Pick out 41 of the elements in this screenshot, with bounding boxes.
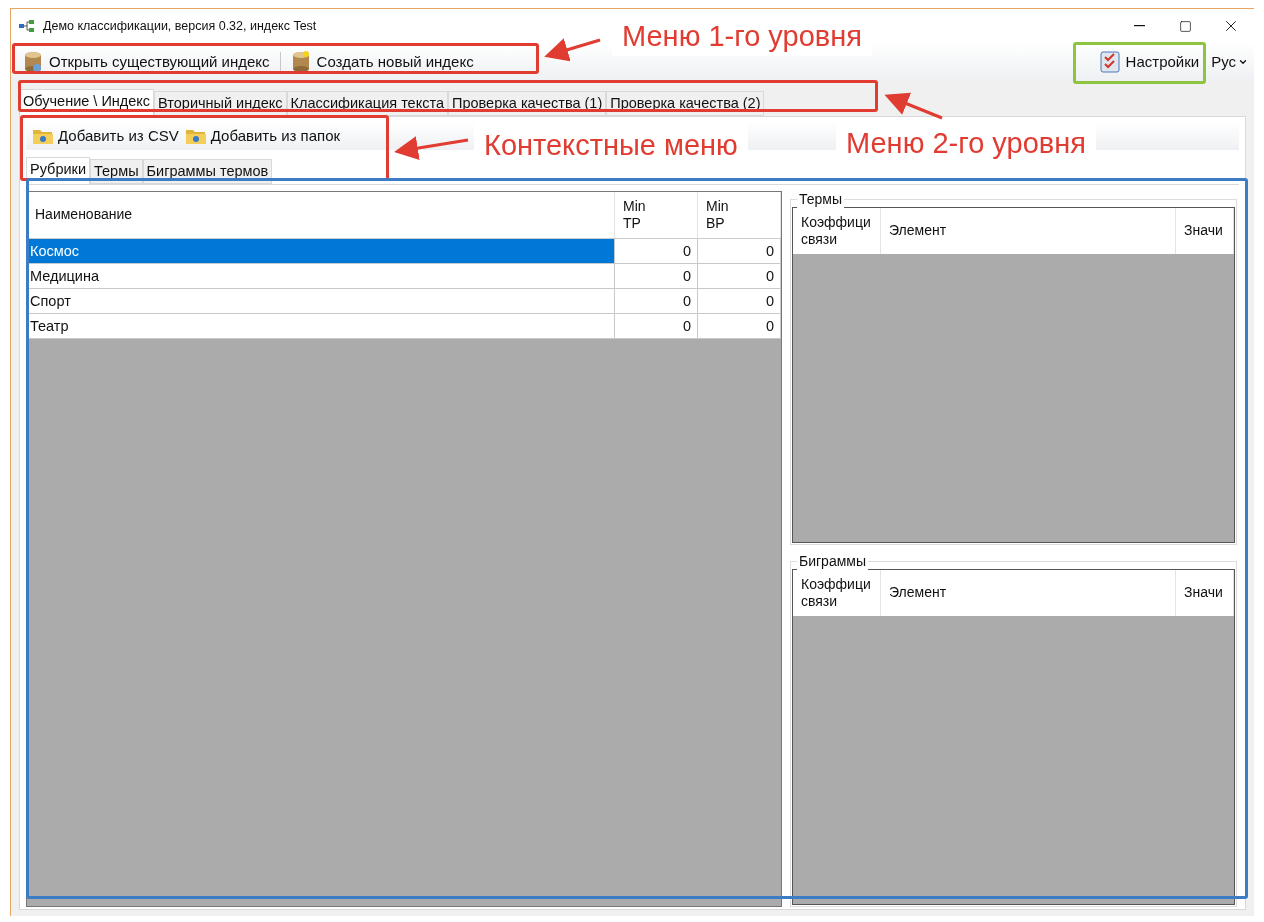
column-header[interactable]: Значи [1176,207,1234,254]
column-header[interactable]: Значи [1176,569,1234,616]
table-row[interactable]: Театр 0 0 [27,313,781,339]
column-header[interactable]: Min BP [698,191,781,238]
table-row[interactable]: Космос 0 0 [27,238,781,264]
annotation-arrow [544,38,601,62]
table-cell: 0 [615,238,698,263]
table-cell: 0 [698,263,781,288]
column-header[interactable]: Наименование [27,191,615,238]
table-cell: Медицина [27,263,615,288]
table-cell: 0 [698,288,781,313]
language-dropdown[interactable]: Рус [1211,50,1248,74]
database-icon [290,51,311,73]
window-title: Демо классификации, версия 0.32, индекс Test [43,17,317,35]
minimize-icon [1133,25,1145,27]
column-header[interactable]: Элемент [881,569,1176,616]
database-icon [23,51,43,73]
settings-button[interactable]: Настройки [1093,47,1206,77]
toolbar-button[interactable]: Открыть существующий индекс [17,47,276,77]
caret-icon [1238,57,1248,67]
table-cell: 0 [615,263,698,288]
column-header[interactable]: Коэффици связи [793,207,881,254]
column-header[interactable]: Min TP [615,191,698,238]
table-cell: 0 [615,313,698,338]
table-cell: Спорт [27,288,615,313]
table-row[interactable]: Медицина 0 0 [27,263,781,289]
table-cell: 0 [698,313,781,338]
table-cell: Театр [27,313,615,338]
toolbar-button[interactable]: Добавить из CSV [32,122,179,149]
column-header[interactable]: Коэффици связи [793,569,881,616]
app-icon [19,20,35,32]
maximize-icon [1178,19,1192,33]
checklist-icon [1099,51,1120,73]
toolbar-button[interactable]: Добавить из папок [184,122,341,149]
column-header[interactable]: Элемент [881,207,1176,254]
table-row[interactable]: Спорт 0 0 [27,288,781,314]
table-cell: Космос [27,238,615,263]
table-cell: 0 [615,288,698,313]
annotation-arrow [884,92,943,120]
toolbar-button[interactable]: Создать новый индекс [284,47,480,77]
table-cell: 0 [698,238,781,263]
